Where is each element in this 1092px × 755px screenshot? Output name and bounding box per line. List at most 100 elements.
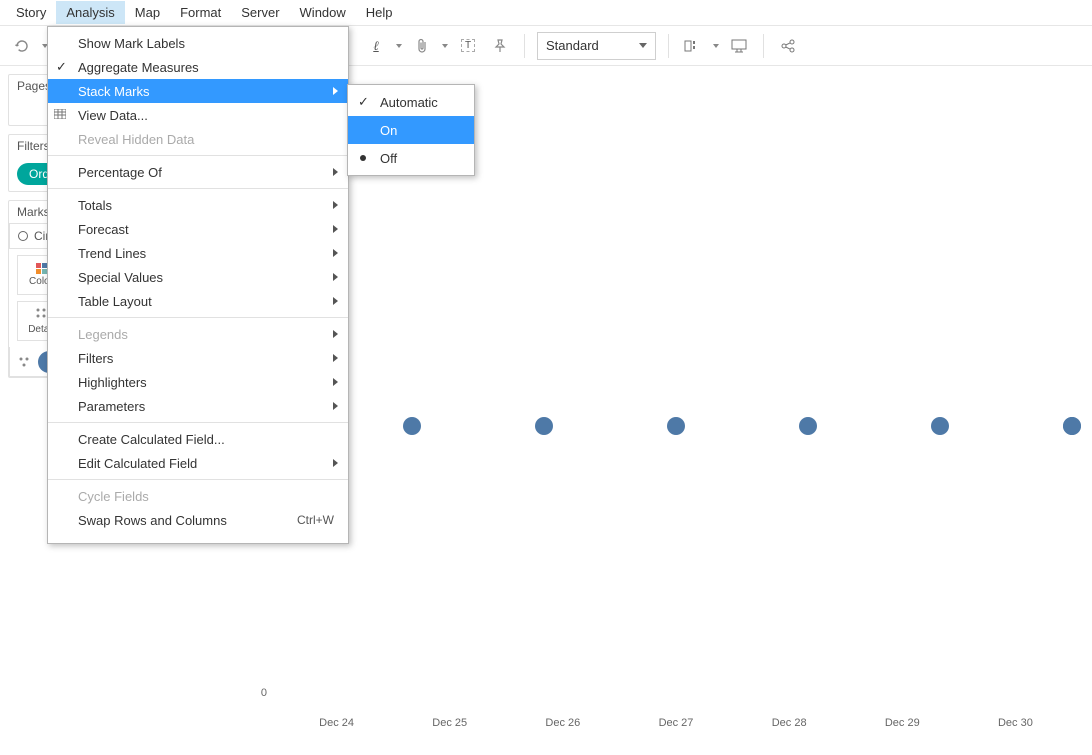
data-point[interactable] bbox=[535, 417, 553, 435]
refresh-icon[interactable] bbox=[10, 34, 34, 58]
menu-item-label: Parameters bbox=[78, 399, 145, 414]
presentation-icon[interactable] bbox=[727, 34, 751, 58]
menu-item-label: Percentage Of bbox=[78, 165, 162, 180]
arrow-right-icon bbox=[333, 354, 338, 362]
menu-item-label: Trend Lines bbox=[78, 246, 146, 261]
fit-dropdown-label: Standard bbox=[546, 38, 599, 53]
menu-item[interactable]: Show Mark Labels bbox=[48, 31, 348, 55]
submenu-item-label: On bbox=[380, 123, 397, 138]
data-point[interactable] bbox=[403, 417, 421, 435]
menu-item-label: Legends bbox=[78, 327, 128, 342]
menu-map[interactable]: Map bbox=[125, 1, 170, 24]
menu-item: Cycle Fields bbox=[48, 484, 348, 508]
menu-server[interactable]: Server bbox=[231, 1, 289, 24]
plot-area bbox=[280, 146, 1072, 705]
menu-item-label: Create Calculated Field... bbox=[78, 432, 225, 447]
menu-item[interactable]: Trend Lines bbox=[48, 241, 348, 265]
x-tick: Dec 27 bbox=[619, 717, 732, 745]
viz-canvas[interactable]: 0 Dec 24Dec 25Dec 26Dec 27Dec 28Dec 29De… bbox=[220, 136, 1082, 745]
radio-icon bbox=[360, 155, 366, 161]
arrow-right-icon bbox=[333, 402, 338, 410]
menu-separator bbox=[48, 479, 348, 480]
menu-item-label: View Data... bbox=[78, 108, 148, 123]
cards-caret-icon[interactable] bbox=[713, 44, 719, 48]
attach-icon[interactable] bbox=[410, 34, 434, 58]
share-icon[interactable] bbox=[776, 34, 800, 58]
menu-item-label: Stack Marks bbox=[78, 84, 150, 99]
grid-icon bbox=[54, 109, 66, 122]
x-tick: Dec 25 bbox=[393, 717, 506, 745]
toolbar-sep bbox=[763, 34, 764, 58]
analysis-menu: Show Mark Labels✓Aggregate Measures Stack… bbox=[47, 26, 349, 544]
toolbar-sep bbox=[524, 34, 525, 58]
check-icon: ✓ bbox=[358, 94, 369, 110]
submenu-item[interactable]: ✓Automatic bbox=[348, 88, 474, 116]
menu-separator bbox=[48, 317, 348, 318]
show-cards-icon[interactable] bbox=[681, 34, 705, 58]
menu-item[interactable]: Forecast bbox=[48, 217, 348, 241]
circle-icon bbox=[18, 231, 28, 241]
menu-help[interactable]: Help bbox=[356, 1, 403, 24]
submenu-item[interactable]: On bbox=[348, 116, 474, 144]
stack-marks-submenu: ✓Automatic On Off bbox=[347, 84, 475, 176]
menu-item[interactable]: Special Values bbox=[48, 265, 348, 289]
menu-item[interactable]: Parameters bbox=[48, 394, 348, 418]
data-point[interactable] bbox=[1063, 417, 1081, 435]
pin-icon[interactable] bbox=[488, 34, 512, 58]
menu-item-label: Aggregate Measures bbox=[78, 60, 199, 75]
menu-item[interactable]: Stack Marks bbox=[48, 79, 348, 103]
menu-item-label: Swap Rows and Columns bbox=[78, 513, 227, 528]
arrow-right-icon bbox=[333, 459, 338, 467]
arrow-right-icon bbox=[333, 297, 338, 305]
menu-item-label: Edit Calculated Field bbox=[78, 456, 197, 471]
menu-shortcut: Ctrl+W bbox=[297, 513, 334, 527]
menu-item-label: Forecast bbox=[78, 222, 129, 237]
format-underline-icon[interactable]: ℓ bbox=[364, 34, 388, 58]
menu-item: Legends bbox=[48, 322, 348, 346]
submenu-item-label: Off bbox=[380, 151, 397, 166]
menu-item-label: Highlighters bbox=[78, 375, 147, 390]
menu-item[interactable]: View Data... bbox=[48, 103, 348, 127]
arrow-right-icon bbox=[333, 249, 338, 257]
menu-analysis[interactable]: Analysis bbox=[56, 1, 124, 24]
fit-dropdown[interactable]: Standard bbox=[537, 32, 656, 60]
menu-item[interactable]: Create Calculated Field... bbox=[48, 427, 348, 451]
data-point[interactable] bbox=[931, 417, 949, 435]
menu-item[interactable]: Filters bbox=[48, 346, 348, 370]
menu-story[interactable]: Story bbox=[6, 1, 56, 24]
x-tick: Dec 28 bbox=[733, 717, 846, 745]
menu-item[interactable]: Highlighters bbox=[48, 370, 348, 394]
arrow-right-icon bbox=[333, 201, 338, 209]
data-point[interactable] bbox=[667, 417, 685, 435]
menu-item-label: Special Values bbox=[78, 270, 163, 285]
detail-icon bbox=[35, 307, 47, 322]
menu-item-label: Reveal Hidden Data bbox=[78, 132, 194, 147]
menu-separator bbox=[48, 188, 348, 189]
menu-format[interactable]: Format bbox=[170, 1, 231, 24]
arrow-right-icon bbox=[333, 87, 338, 95]
arrow-right-icon bbox=[333, 273, 338, 281]
data-point[interactable] bbox=[799, 417, 817, 435]
arrow-right-icon bbox=[333, 330, 338, 338]
arrow-right-icon bbox=[333, 168, 338, 176]
submenu-item[interactable]: Off bbox=[348, 144, 474, 172]
menu-item[interactable]: Percentage Of bbox=[48, 160, 348, 184]
attach-caret-icon[interactable] bbox=[442, 44, 448, 48]
menu-item[interactable]: ✓Aggregate Measures bbox=[48, 55, 348, 79]
y-tick: 0 bbox=[261, 687, 267, 699]
menu-item[interactable]: Totals bbox=[48, 193, 348, 217]
toolbar-sep bbox=[668, 34, 669, 58]
menu-item[interactable]: Edit Calculated Field bbox=[48, 451, 348, 475]
detail-icon bbox=[10, 356, 38, 368]
menu-item[interactable]: Table Layout bbox=[48, 289, 348, 313]
arrow-right-icon bbox=[333, 378, 338, 386]
text-box-icon[interactable]: T bbox=[456, 34, 480, 58]
format-caret-icon[interactable] bbox=[396, 44, 402, 48]
color-icon bbox=[36, 263, 47, 274]
menu-item[interactable]: Swap Rows and Columns Ctrl+W bbox=[48, 508, 348, 532]
menu-separator bbox=[48, 422, 348, 423]
menu-item: Reveal Hidden Data bbox=[48, 127, 348, 151]
x-tick: Dec 26 bbox=[506, 717, 619, 745]
x-tick: Dec 29 bbox=[846, 717, 959, 745]
menu-window[interactable]: Window bbox=[290, 1, 356, 24]
